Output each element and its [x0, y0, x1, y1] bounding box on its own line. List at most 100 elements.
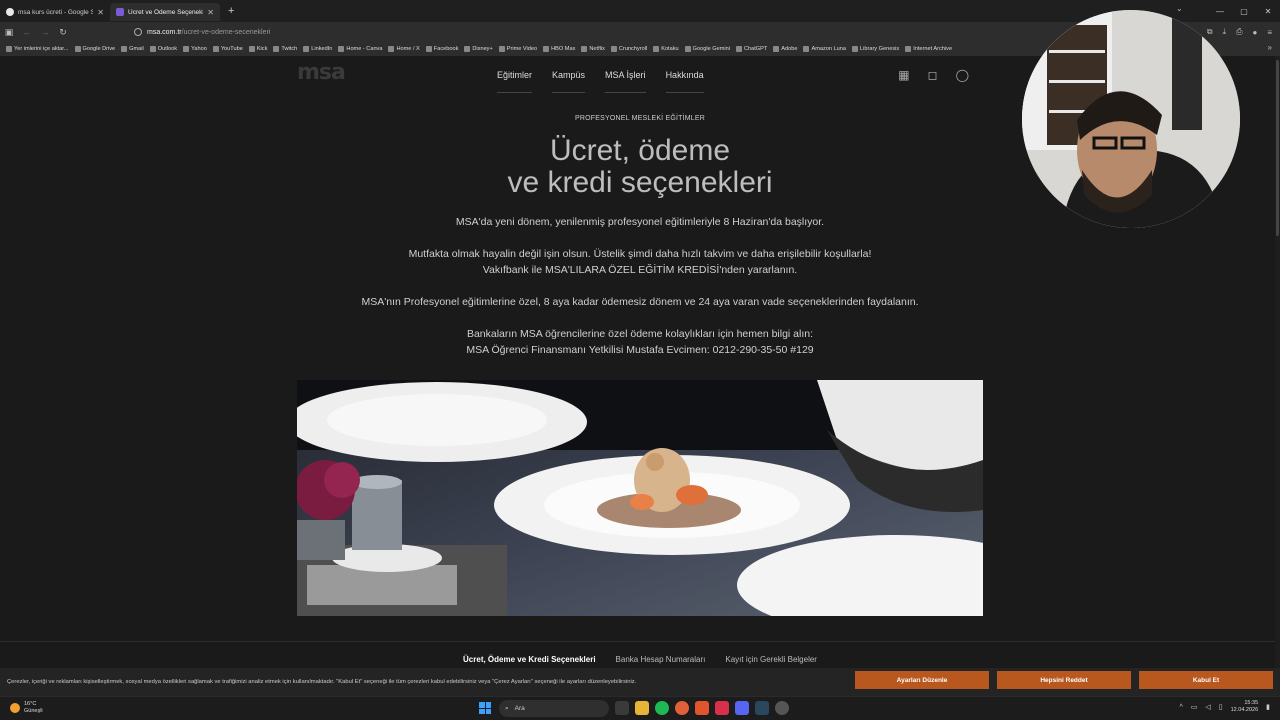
- bookmark-label: Adobe: [781, 46, 798, 52]
- network-icon[interactable]: ▭: [1191, 703, 1198, 711]
- tab-msa[interactable]: Ücret ve Ödeme Seçenekleri | M ✕: [110, 3, 220, 21]
- cookie-text: Çerezler, içeriği ve reklamları kişisell…: [7, 679, 637, 685]
- bookmark-icon: [273, 46, 280, 52]
- menu-item-msa-isleri[interactable]: MSA İşleri: [605, 70, 646, 93]
- close-window-icon[interactable]: ✕: [1256, 7, 1280, 16]
- clock-date: 12.04.2026: [1230, 707, 1259, 713]
- scrollbar-thumb[interactable]: [1276, 60, 1279, 236]
- notification-icon[interactable]: ▮: [1266, 703, 1270, 711]
- bookmark-item[interactable]: Gmail: [121, 46, 144, 52]
- url-path: /ucret-ve-odeme-secenekleri: [181, 28, 271, 36]
- msa-logo[interactable]: msa: [297, 60, 346, 90]
- bookmark-icon: [338, 46, 345, 52]
- app-icon[interactable]: [775, 701, 789, 715]
- bookmark-item[interactable]: Internet Archive: [905, 46, 952, 52]
- cookie-reject-button[interactable]: Hepsini Reddet: [997, 671, 1131, 689]
- task-view-icon[interactable]: [615, 701, 629, 715]
- bookmark-item[interactable]: Amazon Luna: [803, 46, 846, 52]
- volume-icon[interactable]: ◁: [1205, 703, 1210, 711]
- subnav-banka[interactable]: Banka Hesap Numaraları: [616, 655, 706, 664]
- file-explorer-icon[interactable]: [635, 701, 649, 715]
- cookie-settings-button[interactable]: Ayarları Düzenle: [855, 671, 989, 689]
- bookmark-item[interactable]: Crunchyroll: [610, 46, 647, 52]
- bookmark-item[interactable]: Kotaku: [653, 46, 679, 52]
- cookie-banner: Çerezler, içeriği ve reklamları kişisell…: [0, 668, 1280, 696]
- menu-item-egitimler[interactable]: Eğitimler: [497, 70, 533, 93]
- windows-start-icon[interactable]: [479, 702, 491, 714]
- bookmark-item[interactable]: Facebook: [425, 46, 458, 52]
- extension-icon[interactable]: ●: [1252, 28, 1257, 37]
- taskbar-search[interactable]: ⌕ Ara: [499, 700, 609, 717]
- bookmark-item[interactable]: Netflix: [581, 46, 605, 52]
- bookmark-item[interactable]: Library Genesis: [852, 46, 899, 52]
- bookmark-item[interactable]: Google Gemini: [684, 46, 730, 52]
- bookmark-label: Google Gemini: [692, 46, 730, 52]
- bag-icon[interactable]: ◻: [928, 68, 938, 82]
- minimize-icon[interactable]: —: [1208, 7, 1232, 16]
- bookmark-item[interactable]: Disney+: [464, 46, 493, 52]
- sidebar-icon[interactable]: ▣: [0, 27, 18, 38]
- reload-icon[interactable]: ↻: [54, 27, 72, 38]
- cookie-accept-button[interactable]: Kabul Et: [1139, 671, 1273, 689]
- bookmark-label: Kotaku: [661, 46, 679, 52]
- bookmark-item[interactable]: Google Drive: [74, 46, 115, 52]
- close-icon[interactable]: ✕: [207, 8, 214, 17]
- bookmark-item[interactable]: YouTube: [212, 46, 243, 52]
- brave-icon[interactable]: [695, 701, 709, 715]
- bookmark-item[interactable]: Kick: [248, 46, 267, 52]
- url-field[interactable]: msa.com.tr/ucret-ve-odeme-secenekleri: [134, 28, 270, 36]
- bookmark-item[interactable]: LinkedIn: [303, 46, 332, 52]
- bookmark-icon: [74, 46, 81, 52]
- site-info-icon[interactable]: [134, 28, 142, 36]
- bookmark-item[interactable]: Yahoo: [183, 46, 207, 52]
- tab-search-chevron-icon[interactable]: ⌄: [1176, 4, 1183, 13]
- qr-code-icon[interactable]: ▦: [898, 68, 909, 82]
- forward-icon[interactable]: →: [36, 27, 54, 37]
- bookmark-label: ChatGPT: [743, 46, 768, 52]
- close-icon[interactable]: ✕: [97, 8, 104, 17]
- bookmark-icon: [852, 46, 858, 52]
- bookmark-item[interactable]: Home - Canva: [338, 46, 382, 52]
- clock[interactable]: 15:35 12.04.2026: [1231, 700, 1259, 714]
- bookmark-label: Disney+: [472, 46, 493, 52]
- user-icon[interactable]: ◯: [956, 68, 969, 82]
- sun-icon: [10, 703, 20, 713]
- bookmark-icon: [183, 46, 190, 52]
- maximize-icon[interactable]: ▢: [1232, 7, 1256, 16]
- extension-icon[interactable]: ⧉: [1207, 27, 1213, 37]
- firefox-icon[interactable]: [675, 701, 689, 715]
- more-bookmarks-icon[interactable]: »: [1268, 43, 1272, 52]
- page-scrollbar[interactable]: [1275, 56, 1280, 668]
- discord-icon[interactable]: [735, 701, 749, 715]
- bookmark-item[interactable]: Outlook: [149, 46, 177, 52]
- bookmark-label: LinkedIn: [311, 46, 333, 52]
- app-icon[interactable]: [715, 701, 729, 715]
- bookmark-item[interactable]: Prime Video: [498, 46, 537, 52]
- weather-widget[interactable]: 16°C Güneşli: [10, 701, 43, 715]
- menu-item-hakkinda[interactable]: Hakkında: [665, 70, 704, 93]
- spotify-icon[interactable]: [655, 701, 669, 715]
- print-icon[interactable]: ⎙: [1236, 27, 1242, 37]
- bookmark-item[interactable]: ChatGPT: [735, 46, 768, 52]
- tab-title: msa kurs ücreti - Google Search: [18, 8, 94, 16]
- bookmark-icon: [498, 46, 505, 52]
- bookmark-label: Library Genesis: [860, 46, 900, 52]
- download-icon[interactable]: ⤓: [1223, 27, 1227, 37]
- subnav-kayit[interactable]: Kayıt için Gerekli Belgeler: [725, 655, 817, 664]
- subnav-ucret[interactable]: Ücret, Ödeme ve Kredi Seçenekleri: [463, 655, 596, 664]
- bookmark-icon: [543, 46, 550, 52]
- new-tab-icon[interactable]: +: [228, 5, 234, 17]
- bookmark-item[interactable]: Adobe: [773, 46, 797, 52]
- bookmark-item[interactable]: Yer imlerini içe aktar...: [6, 46, 69, 52]
- bookmark-item[interactable]: Home / X: [388, 46, 420, 52]
- tab-google-search[interactable]: msa kurs ücreti - Google Search ✕: [0, 3, 110, 21]
- main-menu: Eğitimler Kampüs MSA İşleri Hakkında: [497, 70, 704, 93]
- battery-icon[interactable]: ▯: [1219, 703, 1223, 711]
- menu-item-kampus[interactable]: Kampüs: [552, 70, 586, 93]
- bookmark-item[interactable]: HBO Max: [543, 46, 575, 52]
- back-icon[interactable]: ←: [18, 27, 36, 37]
- menu-icon[interactable]: ≡: [1267, 28, 1272, 37]
- bookmark-item[interactable]: Twitch: [273, 46, 297, 52]
- tray-chevron-icon[interactable]: ^: [1179, 704, 1182, 711]
- steam-icon[interactable]: [755, 701, 769, 715]
